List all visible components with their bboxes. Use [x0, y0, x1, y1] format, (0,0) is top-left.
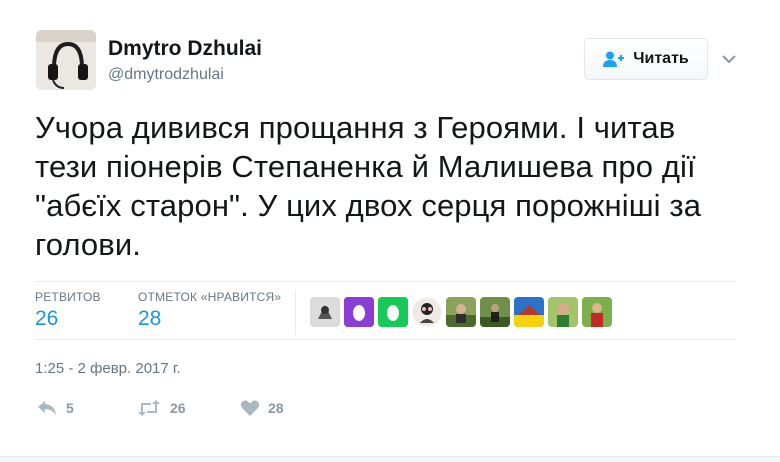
liker-avatar-5-image — [446, 297, 476, 327]
likers-avatars — [310, 297, 612, 327]
like-count: 28 — [268, 400, 284, 416]
user-name[interactable]: Dmytro Dzhulai — [108, 37, 262, 61]
liker-avatar-2-image — [344, 297, 374, 327]
divider — [35, 281, 736, 282]
tweet-card: Dmytro Dzhulai @dmytrodzhulai Читать Учо… — [0, 0, 780, 462]
more-options-button[interactable] — [718, 48, 740, 70]
reply-count: 5 — [66, 400, 74, 416]
liker-avatar-6[interactable] — [480, 297, 510, 327]
user-handle[interactable]: @dmytrodzhulai — [108, 66, 224, 84]
liker-avatar-8-image — [548, 297, 578, 327]
liker-avatar-7[interactable] — [514, 297, 544, 327]
bottom-border — [0, 456, 780, 462]
retweets-count[interactable]: 26 — [35, 307, 58, 331]
retweet-button[interactable]: 26 — [136, 399, 186, 417]
liker-avatar-4-image — [413, 298, 441, 326]
liker-avatar-3[interactable] — [378, 297, 408, 327]
divider — [35, 339, 736, 340]
liker-avatar-7-image — [514, 297, 544, 327]
tweet-timestamp[interactable]: 1:25 - 2 февр. 2017 г. — [35, 360, 181, 377]
liker-avatar-1[interactable] — [310, 297, 340, 327]
chevron-down-icon — [722, 54, 736, 63]
liker-avatar-5[interactable] — [446, 297, 476, 327]
likes-label[interactable]: ОТМЕТОК «НРАВИТСЯ» — [138, 290, 281, 304]
liker-avatar-4[interactable] — [412, 297, 442, 327]
reply-icon — [38, 401, 56, 415]
liker-avatar-8[interactable] — [548, 297, 578, 327]
retweets-label[interactable]: РЕТВИТОВ — [35, 290, 101, 304]
retweet-icon — [138, 400, 160, 416]
likes-count[interactable]: 28 — [138, 307, 161, 331]
headphones-avatar-image — [36, 30, 96, 90]
liker-avatar-3-image — [378, 297, 408, 327]
like-button[interactable]: 28 — [240, 399, 284, 417]
retweet-count: 26 — [170, 400, 186, 416]
follow-button-label: Читать — [633, 50, 689, 67]
liker-avatar-2[interactable] — [344, 297, 374, 327]
reply-button[interactable]: 5 — [36, 399, 74, 417]
stats-separator — [295, 290, 296, 335]
liker-avatar-9-image — [582, 297, 612, 327]
user-avatar[interactable] — [36, 30, 96, 90]
heart-icon — [240, 400, 260, 416]
follow-button[interactable]: Читать — [584, 38, 708, 80]
add-person-icon — [603, 51, 625, 67]
liker-avatar-9[interactable] — [582, 297, 612, 327]
liker-avatar-6-image — [480, 297, 510, 327]
tweet-text: Учора дивився прощання з Героями. І чита… — [35, 110, 702, 262]
liker-avatar-1-image — [310, 297, 340, 327]
